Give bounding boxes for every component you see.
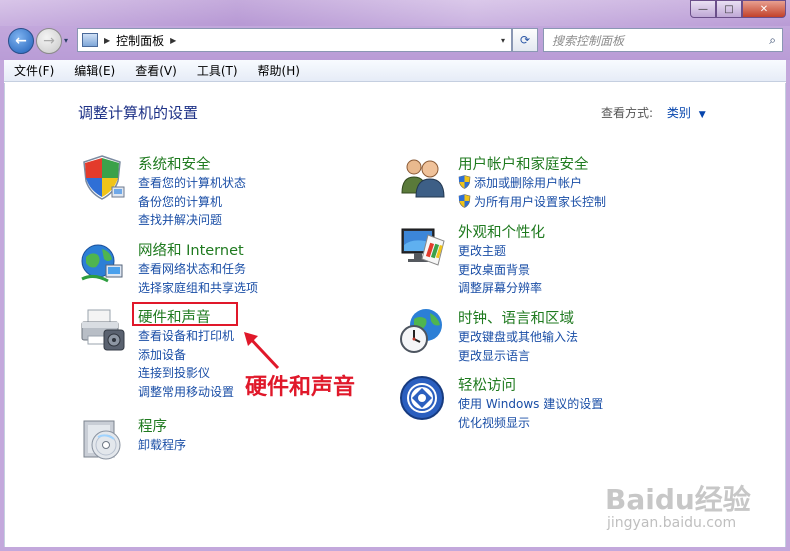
refresh-button[interactable]: ⟳ [512,28,538,52]
category-programs: 程序 卸载程序 [78,415,338,465]
programs-cd-icon[interactable] [78,415,126,463]
users-icon[interactable] [398,153,446,201]
uac-shield-icon [458,175,471,189]
menu-file[interactable]: 文件(F) [4,62,64,79]
category-links: 添加或删除用户帐户 为所有用户设置家长控制 [458,174,606,211]
category-links: 更改主题 更改桌面背景 调整屏幕分辨率 [458,242,542,298]
back-button[interactable]: ← [8,28,34,54]
menu-bar: 文件(F) 编辑(E) 查看(V) 工具(T) 帮助(H) [4,60,786,82]
window-frame-right [786,60,790,551]
task-link[interactable]: 连接到投影仪 [138,364,234,383]
category-title[interactable]: 程序 [138,415,167,436]
menu-view[interactable]: 查看(V) [125,62,187,79]
task-link[interactable]: 查看设备和打印机 [138,327,234,346]
category-title[interactable]: 外观和个性化 [458,221,545,242]
category-title[interactable]: 系统和安全 [138,153,211,174]
clock-globe-icon[interactable] [398,307,446,355]
menu-edit[interactable]: 编辑(E) [64,62,125,79]
printer-hardware-icon[interactable] [78,306,126,354]
task-link[interactable]: 添加设备 [138,346,234,365]
category-links: 卸载程序 [138,436,186,455]
category-title[interactable]: 时钟、语言和区域 [458,307,574,328]
maximize-button[interactable]: □ [716,0,742,18]
category-ease-of-access: 轻松访问 使用 Windows 建议的设置 优化视频显示 [398,374,698,432]
category-title[interactable]: 用户帐户和家庭安全 [458,153,589,174]
category-title[interactable]: 网络和 Internet [138,239,244,260]
address-separator-icon[interactable]: ▶ [104,36,110,45]
task-link[interactable]: 更改显示语言 [458,347,578,366]
category-appearance: 外观和个性化 更改主题 更改桌面背景 调整屏幕分辨率 [398,221,698,295]
recent-pages-dropdown[interactable]: ▾ [64,36,68,45]
category-links: 查看设备和打印机 添加设备 连接到投影仪 调整常用移动设置 [138,327,234,401]
task-link[interactable]: 调整屏幕分辨率 [458,279,542,298]
watermark-logo: Baidu经验 [605,483,751,516]
task-link[interactable]: 更改键盘或其他输入法 [458,328,578,347]
task-link[interactable]: 优化视频显示 [458,414,603,433]
menu-help[interactable]: 帮助(H) [248,62,310,79]
minimize-button[interactable]: — [690,0,716,18]
task-link[interactable]: 查看网络状态和任务 [138,260,258,279]
task-link[interactable]: 更改主题 [458,242,542,261]
task-link[interactable]: 备份您的计算机 [138,193,246,212]
task-link[interactable]: 调整常用移动设置 [138,383,234,402]
view-by: 查看方式: 类别 ▼ [601,104,706,121]
forward-button[interactable]: → [36,28,62,54]
task-link[interactable]: 查看您的计算机状态 [138,174,246,193]
task-link[interactable]: 使用 Windows 建议的设置 [458,395,603,414]
category-system-security: 系统和安全 查看您的计算机状态 备份您的计算机 查找并解决问题 [78,153,338,227]
shield-security-icon[interactable] [78,153,126,201]
window-controls: — □ ✕ [690,0,786,18]
task-link[interactable]: 卸载程序 [138,436,186,455]
task-link[interactable]: 为所有用户设置家长控制 [458,193,606,212]
window-frame-bottom [0,547,790,551]
category-links: 使用 Windows 建议的设置 优化视频显示 [458,395,603,432]
annotation-label: 硬件和声音 [245,375,356,400]
control-panel-content: 调整计算机的设置 查看方式: 类别 ▼ 系统和安全 查看您的计算机状态 备份您的… [4,83,786,547]
control-panel-icon [82,33,98,47]
network-globe-icon[interactable] [78,239,126,287]
monitor-appearance-icon[interactable] [398,221,446,269]
view-by-label: 查看方式: [601,106,654,120]
search-input[interactable]: 搜索控制面板 ⌕ [543,28,783,52]
chevron-down-icon[interactable]: ▼ [699,110,706,120]
category-links: 查看您的计算机状态 备份您的计算机 查找并解决问题 [138,174,246,230]
category-links: 更改键盘或其他输入法 更改显示语言 [458,328,578,365]
category-clock-language-region: 时钟、语言和区域 更改键盘或其他输入法 更改显示语言 [398,307,698,365]
category-network-internet: 网络和 Internet 查看网络状态和任务 选择家庭组和共享选项 [78,239,338,299]
category-links: 查看网络状态和任务 选择家庭组和共享选项 [138,260,258,297]
address-path[interactable]: 控制面板 [116,32,164,49]
task-link-label: 添加或删除用户帐户 [474,176,583,190]
task-link[interactable]: 选择家庭组和共享选项 [138,279,258,298]
task-link[interactable]: 更改桌面背景 [458,261,542,280]
page-title: 调整计算机的设置 [78,104,199,122]
address-separator-icon[interactable]: ▶ [170,36,176,45]
search-icon[interactable]: ⌕ [769,33,776,48]
task-link[interactable]: 查找并解决问题 [138,211,246,230]
category-title[interactable]: 轻松访问 [458,374,516,395]
ease-of-access-icon[interactable] [398,374,446,422]
menu-tools[interactable]: 工具(T) [187,62,248,79]
titlebar-glass [0,0,790,26]
task-link-label: 为所有用户设置家长控制 [474,194,607,209]
address-dropdown-icon[interactable]: ▾ [501,36,505,45]
search-placeholder: 搜索控制面板 [552,33,625,48]
category-user-accounts: 用户帐户和家庭安全 添加或删除用户帐户 为所有用户设置家长控制 [398,153,698,211]
watermark-url: jingyan.baidu.com [607,515,737,531]
view-by-dropdown[interactable]: 类别 [667,106,691,120]
highlight-box [132,302,238,326]
task-link[interactable]: 添加或删除用户帐户 [458,174,606,193]
uac-shield-icon [458,193,471,208]
address-bar[interactable]: ▶ 控制面板 ▶ ▾ [77,28,512,52]
close-button[interactable]: ✕ [742,0,786,18]
